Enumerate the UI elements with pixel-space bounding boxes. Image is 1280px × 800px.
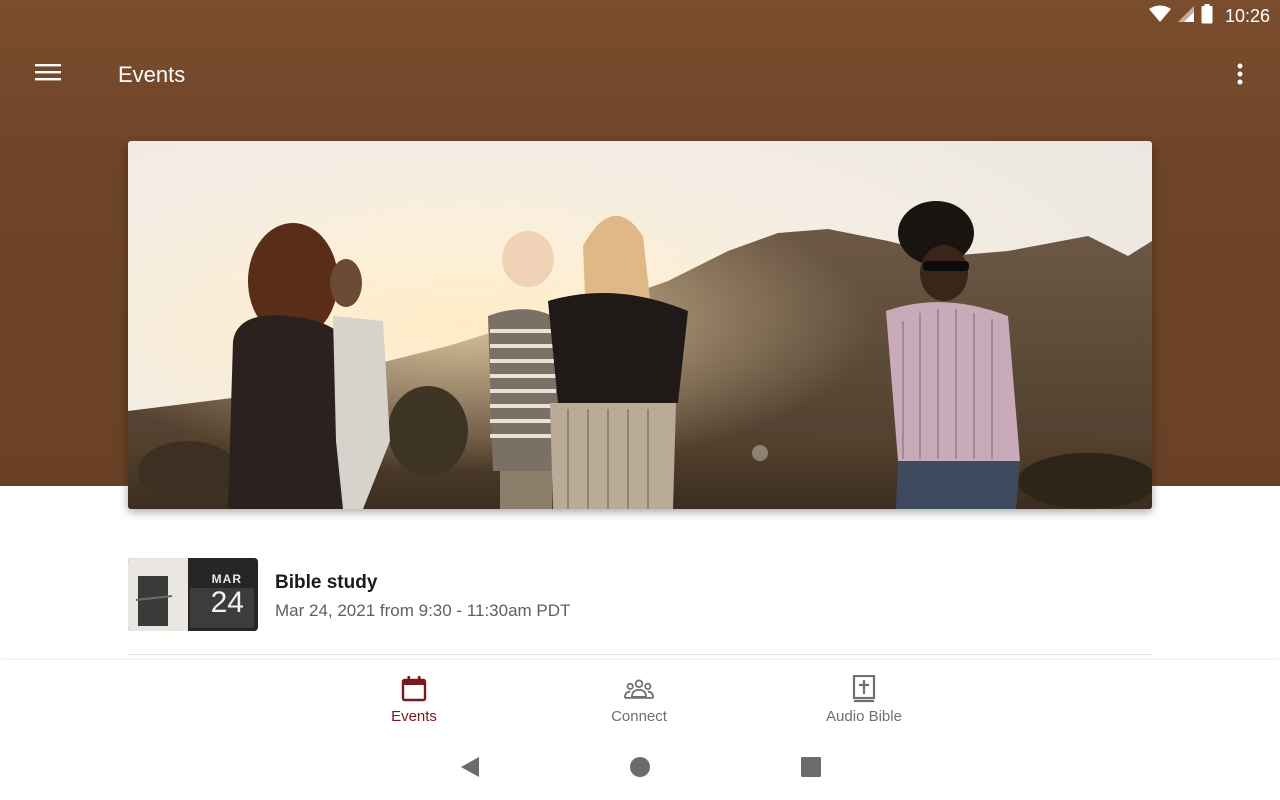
more-vert-icon [1237,63,1243,90]
bible-icon [849,674,879,704]
cell-signal-icon [1177,5,1195,28]
list-divider [128,654,1152,655]
nav-tab-events[interactable]: Events [334,660,494,738]
back-icon [459,756,481,783]
system-navigation-bar [0,738,1280,800]
page-title: Events [118,62,186,87]
hero-image[interactable] [128,141,1152,509]
calendar-icon [399,674,429,704]
event-title: Bible study [275,572,378,593]
nav-label-audio-bible: Audio Bible [826,708,902,725]
event-date: Mar 24, 2021 from 9:30 - 11:30am PDT [275,601,571,620]
recents-button[interactable] [797,756,825,782]
status-bar: 10:26 [0,0,1280,32]
nav-label-events: Events [391,708,437,725]
event-list-item[interactable]: MAR 24 Bible study Mar 24, 2021 from 9:3… [128,558,1152,632]
nav-tab-connect[interactable]: Connect [559,660,719,738]
home-button[interactable] [626,756,654,782]
nav-tab-audio-bible[interactable]: Audio Bible [784,660,944,738]
thumbnail-day: 24 [210,586,244,619]
back-button[interactable] [456,756,484,782]
wifi-icon [1148,5,1171,28]
hamburger-menu-icon [35,63,61,86]
home-icon [629,756,651,783]
menu-button[interactable] [24,56,72,92]
nav-label-connect: Connect [611,708,667,725]
recents-icon [800,756,822,783]
status-time: 10:26 [1224,5,1270,26]
overflow-menu-button[interactable] [1220,56,1260,96]
status-icons: 10:26 [1148,3,1270,29]
app-screen: 10:26 Events MAR 24 Bible study Mar 24, … [0,0,1280,800]
bottom-navigation: Events Connect Audio Bible [0,660,1280,738]
people-icon [624,674,654,704]
app-bar: Events [0,44,1280,108]
battery-icon [1201,3,1213,29]
event-thumbnail: MAR 24 [128,558,258,631]
thumbnail-month: MAR [211,572,242,586]
